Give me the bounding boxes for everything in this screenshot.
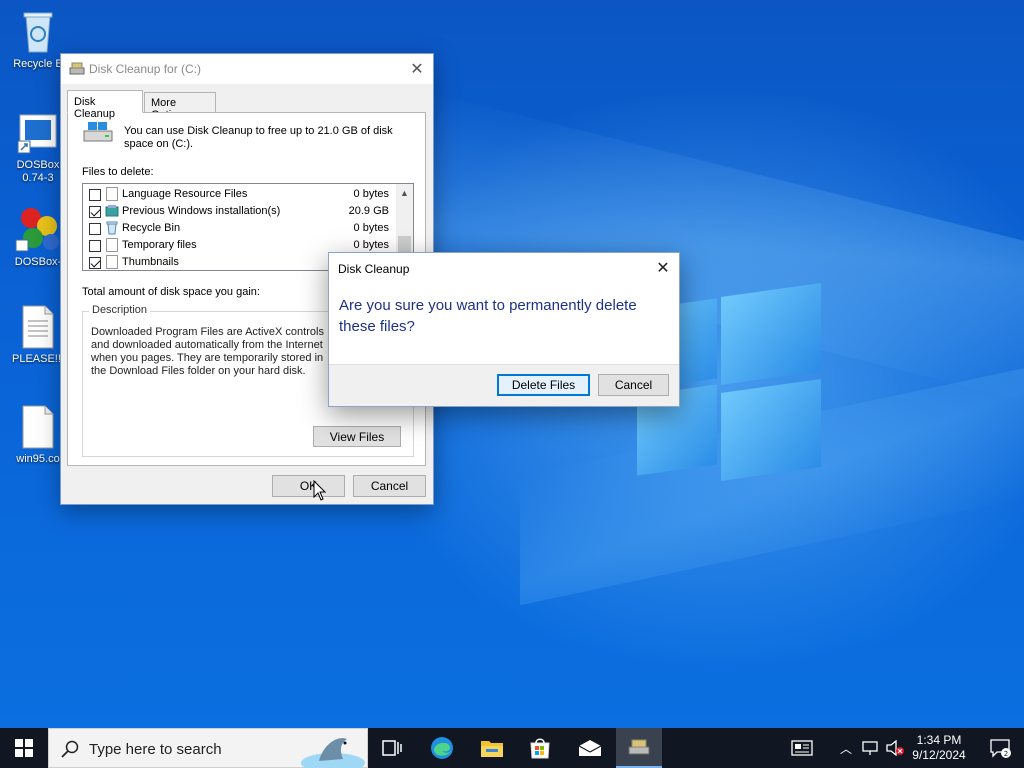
files-to-delete-label: Files to delete:	[82, 166, 154, 178]
close-icon: ✕	[410, 61, 424, 78]
file-name: Language Resource Files	[122, 188, 248, 200]
scroll-up-button[interactable]: ▲	[396, 184, 413, 201]
taskbar-edge[interactable]	[422, 728, 462, 768]
file-icon	[106, 187, 118, 201]
checkbox[interactable]	[89, 189, 101, 201]
blank-file-icon	[22, 405, 54, 449]
mail-icon	[578, 740, 602, 756]
network-status-button[interactable]	[858, 728, 882, 768]
clock[interactable]: 1:34 PM 9/12/2024	[906, 728, 972, 768]
desktop: Recycle B DOSBox 0.74-3 DOSBox- PLEASE!!…	[0, 0, 1024, 728]
close-button[interactable]: ✕	[401, 54, 433, 84]
taskbar: Type here to search ︿ 1:34 PM 9/12/2024 …	[0, 728, 1024, 768]
checkbox-checked[interactable]	[89, 257, 101, 269]
svg-text:2: 2	[1004, 750, 1008, 758]
recycle-bin-icon	[23, 12, 53, 53]
clock-date: 9/12/2024	[912, 748, 966, 762]
search-icon	[61, 740, 79, 758]
tab-more-options[interactable]: More Options	[144, 92, 216, 121]
ok-button[interactable]: OK	[272, 475, 345, 497]
news-widget-button[interactable]	[784, 728, 820, 768]
show-hidden-icons-button[interactable]: ︿	[836, 728, 856, 768]
dosbox-shortcut-icon	[17, 114, 57, 154]
notification-icon: 2	[990, 739, 1011, 758]
file-size: 20.9 GB	[348, 205, 389, 217]
file-name: Recycle Bin	[122, 222, 181, 234]
dialog-title: Disk Cleanup	[338, 262, 410, 276]
file-icon	[106, 255, 118, 269]
text-document-icon	[22, 305, 54, 349]
delete-files-button[interactable]: Delete Files	[497, 374, 590, 396]
mouse-cursor-icon	[313, 480, 327, 501]
taskbar-store[interactable]	[520, 728, 560, 768]
close-icon: ✕	[656, 260, 670, 277]
notifications-button[interactable]: 2	[980, 728, 1020, 768]
taskbar-mail[interactable]	[570, 728, 610, 768]
description-text: Downloaded Program Files are ActiveX con…	[91, 326, 324, 377]
windows-start-icon	[15, 739, 33, 757]
file-size: 0 bytes	[353, 188, 389, 200]
dialog-message: Are you sure you want to permanently del…	[339, 297, 637, 335]
disk-cleanup-app-icon	[628, 739, 650, 755]
volume-muted-icon	[886, 740, 904, 756]
cleanup-info-text: You can use Disk Cleanup to free up to 2…	[124, 125, 393, 150]
start-button[interactable]	[0, 728, 48, 768]
dialog-cancel-button[interactable]: Cancel	[598, 374, 669, 396]
view-files-button[interactable]: View Files	[313, 426, 401, 447]
list-item[interactable]: Language Resource Files 0 bytes	[83, 186, 397, 203]
dosbox-logo-icon	[15, 208, 59, 252]
edge-icon	[431, 737, 453, 759]
clock-time: 1:34 PM	[916, 733, 962, 747]
file-name: Previous Windows installation(s)	[122, 205, 281, 217]
tab-disk-cleanup[interactable]: Disk Cleanup	[67, 90, 143, 120]
chevron-up-icon: ▲	[400, 187, 409, 198]
chevron-up-icon: ︿	[839, 741, 852, 756]
file-icon	[106, 238, 118, 252]
search-box[interactable]: Type here to search	[48, 728, 368, 768]
window-title: Disk Cleanup for (C:)	[89, 62, 202, 76]
dialog-footer: Delete Files Cancel	[329, 364, 679, 406]
disk-cleanup-app-icon	[69, 62, 85, 75]
file-size: 0 bytes	[353, 239, 389, 251]
news-icon	[791, 740, 813, 756]
checkbox[interactable]	[89, 223, 101, 235]
volume-button[interactable]	[882, 728, 908, 768]
file-name: Temporary files	[122, 239, 197, 251]
window-titlebar[interactable]: Disk Cleanup for (C:) ✕	[61, 54, 433, 84]
description-legend: Description	[89, 304, 151, 316]
drive-icon	[83, 122, 113, 142]
store-icon	[530, 738, 550, 759]
cancel-button[interactable]: Cancel	[353, 475, 426, 497]
total-space-label: Total amount of disk space you gain:	[82, 286, 260, 298]
list-item[interactable]: Previous Windows installation(s) 20.9 GB	[83, 203, 397, 220]
checkbox[interactable]	[89, 240, 101, 252]
task-view-icon	[382, 740, 402, 756]
file-explorer-icon	[481, 741, 503, 757]
windows-installation-icon	[105, 205, 119, 217]
list-item[interactable]: Recycle Bin 0 bytes	[83, 220, 397, 237]
recycle-bin-icon	[106, 221, 118, 235]
network-icon	[862, 741, 878, 755]
search-highlight-dolphin-icon	[301, 738, 365, 768]
search-placeholder: Type here to search	[89, 741, 222, 758]
confirm-delete-dialog: Disk Cleanup ✕ Are you sure you want to …	[328, 252, 680, 407]
checkbox-checked[interactable]	[89, 206, 101, 218]
taskbar-disk-cleanup-active[interactable]	[616, 728, 662, 768]
taskbar-file-explorer[interactable]	[472, 728, 512, 768]
file-size: 0 bytes	[353, 222, 389, 234]
task-view-button[interactable]	[372, 728, 412, 768]
dialog-close-button[interactable]: ✕	[647, 253, 679, 283]
file-name: Thumbnails	[122, 256, 179, 268]
